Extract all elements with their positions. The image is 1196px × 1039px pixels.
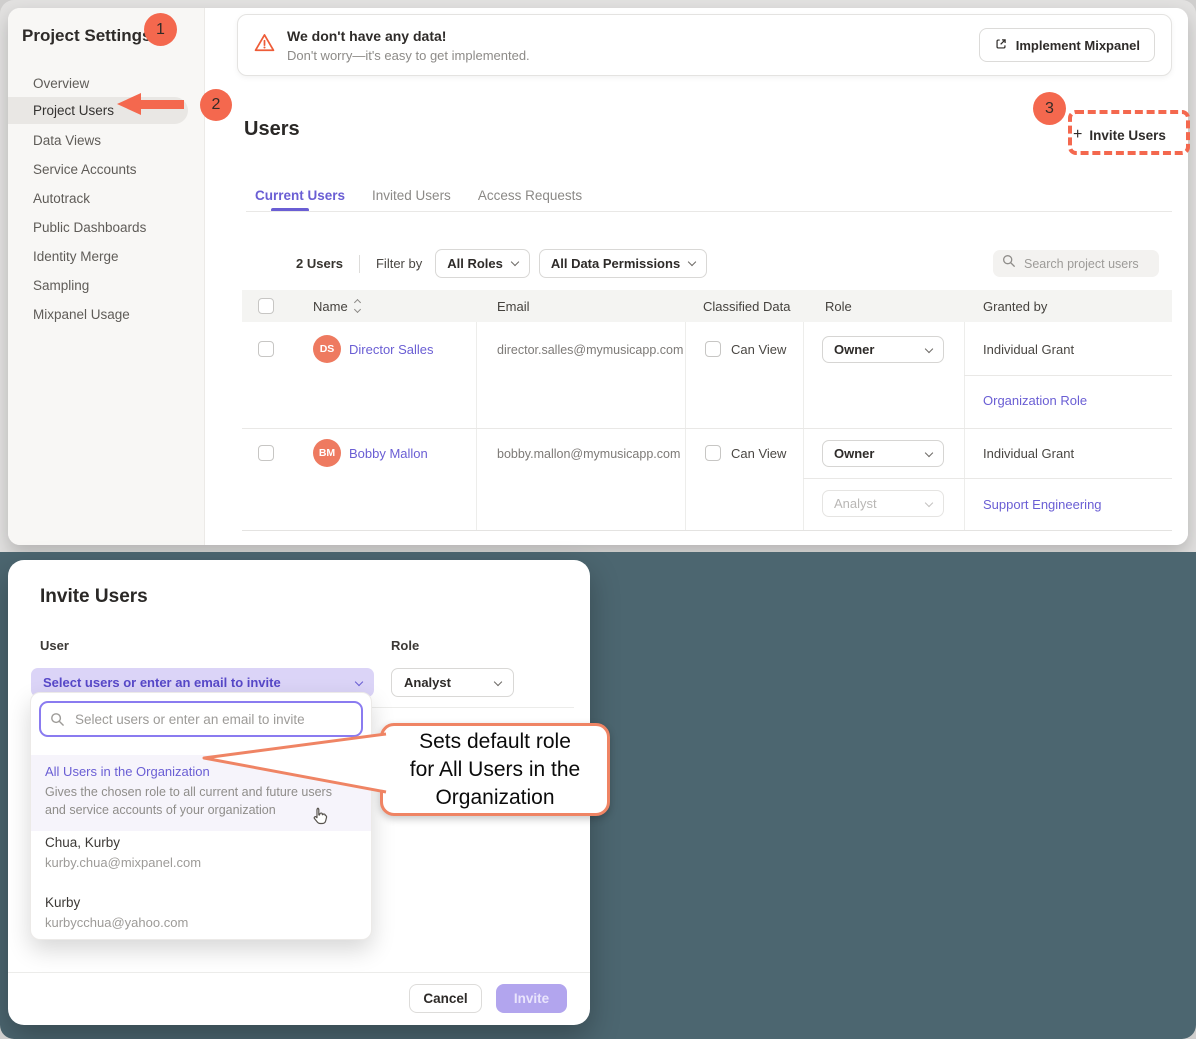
option-user-email: kurby.chua@mixpanel.com	[45, 855, 201, 870]
cancel-button[interactable]: Cancel	[409, 984, 482, 1013]
user-email: director.salles@mymusicapp.com	[497, 343, 683, 357]
option-title-link[interactable]: All Users in the Organization	[45, 764, 210, 779]
roles-filter-dropdown[interactable]: All Roles	[435, 249, 530, 278]
sidebar-item-sampling[interactable]: Sampling	[8, 272, 188, 299]
chevron-down-icon	[688, 258, 696, 266]
settings-sidebar: Project Settings Overview Project Users …	[8, 8, 205, 545]
sidebar-item-service-accounts[interactable]: Service Accounts	[8, 156, 188, 183]
granted-by-value: Individual Grant	[983, 446, 1074, 461]
hand-cursor-icon	[309, 805, 331, 834]
project-settings-window: Project Settings Overview Project Users …	[8, 8, 1188, 545]
users-heading: Users	[244, 118, 300, 141]
column-header-role: Role	[825, 290, 852, 322]
row-checkbox[interactable]	[258, 341, 274, 357]
callout-bubble: Sets default role for All Users in the O…	[380, 723, 610, 816]
chevron-down-icon	[355, 677, 363, 685]
row-checkbox[interactable]	[258, 445, 274, 461]
tab-invited-users[interactable]: Invited Users	[372, 188, 451, 203]
user-name-link[interactable]: Bobby Mallon	[349, 446, 428, 461]
chevron-down-icon	[925, 344, 933, 352]
invite-button[interactable]: Invite	[496, 984, 567, 1013]
option-user[interactable]: Kurby	[45, 895, 80, 910]
divider	[359, 255, 360, 273]
tab-current-users[interactable]: Current Users	[255, 188, 345, 203]
can-view-cell: Can View	[705, 445, 786, 461]
user-email: bobby.mallon@mymusicapp.com	[497, 447, 680, 461]
column-header-classified-data: Classified Data	[703, 290, 790, 322]
annotation-arrow-icon	[117, 93, 184, 115]
settings-content: We don't have any data! Don't worry—it's…	[205, 8, 1188, 545]
search-project-users[interactable]	[993, 250, 1159, 277]
role-dropdown[interactable]: Owner	[822, 336, 944, 363]
no-data-banner: We don't have any data! Don't worry—it's…	[237, 14, 1172, 76]
annotation-dashed-highlight	[1068, 110, 1190, 155]
can-view-checkbox[interactable]	[705, 445, 721, 461]
chevron-down-icon	[511, 258, 519, 266]
sidebar-item-identity-merge[interactable]: Identity Merge	[8, 243, 188, 270]
users-table: Name Email Classified Data Role Granted …	[242, 290, 1172, 530]
column-header-email: Email	[497, 290, 530, 322]
divider	[964, 322, 965, 530]
sort-icon	[355, 300, 360, 312]
warning-icon	[254, 33, 275, 57]
tab-access-requests[interactable]: Access Requests	[478, 188, 582, 203]
avatar: DS	[313, 335, 341, 363]
sidebar-item-mixpanel-usage[interactable]: Mixpanel Usage	[8, 301, 188, 328]
user-name-link[interactable]: Director Salles	[349, 342, 434, 357]
search-icon	[1002, 254, 1016, 273]
implement-mixpanel-button[interactable]: Implement Mixpanel	[979, 28, 1155, 62]
avatar: BM	[313, 439, 341, 467]
support-engineering-link[interactable]: Support Engineering	[983, 497, 1102, 512]
banner-subtitle: Don't worry—it's easy to get implemented…	[287, 48, 530, 63]
chevron-down-icon	[925, 448, 933, 456]
sidebar-item-autotrack[interactable]: Autotrack	[8, 185, 188, 212]
user-label: User	[40, 638, 69, 653]
filter-by-label: Filter by	[376, 256, 422, 271]
column-header-name[interactable]: Name	[313, 290, 360, 322]
search-input[interactable]	[1024, 257, 1144, 271]
divider	[242, 428, 1172, 429]
external-link-icon	[994, 37, 1008, 54]
sidebar-item-data-views[interactable]: Data Views	[8, 127, 188, 154]
divider	[803, 478, 1172, 479]
divider	[964, 375, 1172, 376]
granted-by-value: Individual Grant	[983, 342, 1074, 357]
page-title: Project Settings	[22, 26, 151, 46]
divider	[685, 322, 686, 530]
divider	[242, 530, 1172, 531]
select-all-checkbox[interactable]	[258, 298, 274, 314]
divider	[803, 322, 804, 530]
chevron-down-icon	[925, 498, 933, 506]
role-select-dropdown[interactable]: Analyst	[391, 668, 514, 697]
step-badge-2: 2	[200, 89, 232, 121]
dialog-title: Invite Users	[40, 586, 148, 608]
data-permissions-filter-dropdown[interactable]: All Data Permissions	[539, 249, 707, 278]
divider	[8, 972, 590, 973]
sidebar-item-public-dashboards[interactable]: Public Dashboards	[8, 214, 188, 241]
user-count: 2 Users	[296, 256, 343, 271]
role-label: Role	[391, 638, 419, 653]
role-dropdown[interactable]: Owner	[822, 440, 944, 467]
users-tabs: Current Users Invited Users Access Reque…	[255, 188, 582, 203]
search-icon	[50, 712, 65, 732]
step-badge-3: 3	[1033, 92, 1066, 125]
column-header-granted-by: Granted by	[983, 290, 1047, 322]
organization-role-link[interactable]: Organization Role	[983, 393, 1087, 408]
screenshot-canvas: Project Settings Overview Project Users …	[0, 0, 1196, 1039]
chevron-down-icon	[494, 677, 502, 685]
filter-row: 2 Users Filter by All Roles All Data Per…	[296, 249, 707, 278]
callout-tail	[198, 724, 390, 800]
step-badge-1: 1	[144, 13, 177, 46]
option-user-email: kurbycchua@yahoo.com	[45, 915, 188, 930]
option-user[interactable]: Chua, Kurby	[45, 835, 120, 850]
role-dropdown-disabled: Analyst	[822, 490, 944, 517]
divider	[476, 322, 477, 530]
divider	[246, 211, 1172, 212]
banner-title: We don't have any data!	[287, 28, 530, 44]
can-view-cell: Can View	[705, 341, 786, 357]
can-view-checkbox[interactable]	[705, 341, 721, 357]
